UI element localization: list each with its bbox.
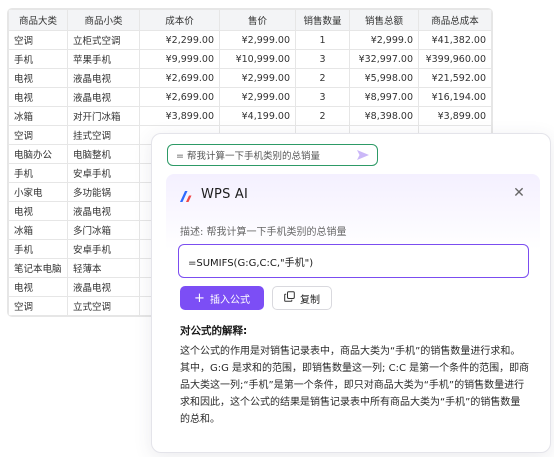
table-cell[interactable]: ¥8,997.00 bbox=[349, 87, 419, 107]
table-cell[interactable]: 轻薄本 bbox=[67, 258, 140, 278]
explanation-title: 对公式的解释: bbox=[180, 325, 248, 337]
table-cell[interactable]: ¥2,999.00 bbox=[219, 87, 296, 107]
table-cell[interactable]: 电视 bbox=[8, 201, 68, 221]
table-cell[interactable]: ¥8,398.00 bbox=[349, 106, 419, 126]
table-cell[interactable]: ¥5,998.00 bbox=[349, 68, 419, 88]
table-cell[interactable]: ¥3,899.00 bbox=[139, 106, 220, 126]
table-cell[interactable]: 空调 bbox=[8, 296, 68, 316]
table-cell[interactable]: 电脑办公 bbox=[8, 144, 68, 164]
table-cell[interactable]: 手机 bbox=[8, 239, 68, 259]
table-cell[interactable]: ¥9,999.00 bbox=[139, 49, 220, 69]
table-row: 冰箱 对开门冰箱 ¥3,899.00 ¥4,199.00 2 ¥8,398.00 ¥3,89… bbox=[8, 106, 492, 126]
table-cell[interactable]: 安卓手机 bbox=[67, 239, 140, 259]
insert-formula-label: 插入公式 bbox=[209, 294, 250, 306]
send-arrow-icon[interactable] bbox=[355, 148, 371, 162]
table-cell[interactable]: 液晶电视 bbox=[67, 201, 140, 221]
table-cell[interactable]: 3 bbox=[295, 49, 350, 69]
insert-formula-button[interactable]: + 插入公式 bbox=[180, 286, 264, 310]
table-cell[interactable]: ¥2,999.00 bbox=[219, 68, 296, 88]
table-cell[interactable]: 小家电 bbox=[8, 182, 68, 202]
table-cell[interactable]: 电视 bbox=[8, 87, 68, 107]
table-cell[interactable]: 电视 bbox=[8, 277, 68, 297]
wps-ai-logo-icon bbox=[178, 188, 194, 202]
table-cell[interactable]: 液晶电视 bbox=[67, 277, 140, 297]
copy-label: 复制 bbox=[300, 294, 320, 306]
table-cell[interactable]: 安卓手机 bbox=[67, 163, 140, 183]
plus-icon: + bbox=[194, 290, 205, 306]
table-cell[interactable]: ¥4,199.00 bbox=[219, 106, 296, 126]
table-cell[interactable]: ¥2,999.00 bbox=[219, 30, 296, 50]
table-row: 电视 液晶电视 ¥2,699.00 ¥2,999.00 3 ¥8,997.00 ¥16,19… bbox=[8, 87, 492, 107]
table-cell[interactable]: ¥2,699.00 bbox=[139, 87, 220, 107]
table-cell[interactable]: ¥10,999.00 bbox=[219, 49, 296, 69]
table-cell[interactable]: 挂式空调 bbox=[67, 125, 140, 145]
table-cell[interactable]: ¥41,382.00 bbox=[418, 30, 492, 50]
table-cell[interactable]: 空调 bbox=[8, 30, 68, 50]
column-header[interactable]: 商品小类 bbox=[67, 9, 140, 31]
wps-ai-panel: = 帮我计算一下手机类别的总销量 WPS AI ✕ 描述: 帮我计算一下手机类别… bbox=[151, 133, 551, 453]
table-cell[interactable]: 液晶电视 bbox=[67, 87, 140, 107]
assistant-title: WPS AI bbox=[201, 187, 249, 202]
table-cell[interactable]: ¥16,194.00 bbox=[418, 87, 492, 107]
table-header-row: 商品大类 商品小类 成本价 售价 销售数量 销售总额 商品总成本 bbox=[8, 9, 492, 31]
table-cell[interactable]: 立柜式空调 bbox=[67, 30, 140, 50]
assistant-card: WPS AI ✕ 描述: 帮我计算一下手机类别的总销量 =SUMIFS(G:G,… bbox=[166, 174, 540, 444]
table-row: 手机 苹果手机 ¥9,999.00 ¥10,999.00 3 ¥32,997.00 ¥399… bbox=[8, 49, 492, 69]
table-cell[interactable]: 1 bbox=[295, 30, 350, 50]
explanation-text: 这个公式的作用是对销售记录表中，商品大类为“手机”的销售数量进行求和。其中，G:… bbox=[180, 346, 530, 425]
table-cell[interactable]: 手机 bbox=[8, 163, 68, 183]
column-header[interactable]: 商品总成本 bbox=[418, 9, 492, 31]
column-header[interactable]: 销售总额 bbox=[349, 9, 419, 31]
table-cell[interactable]: ¥399,960.00 bbox=[418, 49, 492, 69]
column-header[interactable]: 销售数量 bbox=[295, 9, 350, 31]
table-cell[interactable]: 冰箱 bbox=[8, 220, 68, 240]
table-row: 电视 液晶电视 ¥2,699.00 ¥2,999.00 2 ¥5,998.00 ¥21,59… bbox=[8, 68, 492, 88]
table-cell[interactable]: 手机 bbox=[8, 49, 68, 69]
prompt-text: = 帮我计算一下手机类别的总销量 bbox=[176, 151, 320, 162]
close-icon[interactable]: ✕ bbox=[510, 184, 528, 202]
table-cell[interactable]: ¥21,592.00 bbox=[418, 68, 492, 88]
table-cell[interactable]: 2 bbox=[295, 68, 350, 88]
formula-text: =SUMIFS(G:G,C:C,"手机") bbox=[188, 257, 314, 269]
table-cell[interactable]: 对开门冰箱 bbox=[67, 106, 140, 126]
table-cell[interactable]: 多门冰箱 bbox=[67, 220, 140, 240]
table-cell[interactable]: ¥2,699.00 bbox=[139, 68, 220, 88]
table-cell[interactable]: ¥32,997.00 bbox=[349, 49, 419, 69]
column-header[interactable]: 商品大类 bbox=[8, 9, 68, 31]
table-cell[interactable]: 液晶电视 bbox=[67, 68, 140, 88]
table-cell[interactable]: 电脑整机 bbox=[67, 144, 140, 164]
table-cell[interactable]: ¥2,999.0 bbox=[349, 30, 419, 50]
table-cell[interactable]: 冰箱 bbox=[8, 106, 68, 126]
description-text: 描述: 帮我计算一下手机类别的总销量 bbox=[180, 227, 347, 238]
table-cell[interactable]: 多功能锅 bbox=[67, 182, 140, 202]
table-cell[interactable]: 立式空调 bbox=[67, 296, 140, 316]
column-header[interactable]: 成本价 bbox=[139, 9, 220, 31]
table-cell[interactable]: 2 bbox=[295, 106, 350, 126]
formula-field[interactable]: =SUMIFS(G:G,C:C,"手机") bbox=[178, 244, 529, 278]
table-cell[interactable]: ¥2,299.00 bbox=[139, 30, 220, 50]
table-cell[interactable]: 苹果手机 bbox=[67, 49, 140, 69]
table-cell[interactable]: 3 bbox=[295, 87, 350, 107]
prompt-input[interactable]: = 帮我计算一下手机类别的总销量 bbox=[167, 144, 378, 166]
copy-button[interactable]: 复制 bbox=[272, 286, 332, 310]
table-row: 空调 立柜式空调 ¥2,299.00 ¥2,999.00 1 ¥2,999.0 ¥41,38… bbox=[8, 30, 492, 50]
table-cell[interactable]: 笔记本电脑 bbox=[8, 258, 68, 278]
table-cell[interactable]: ¥3,899.00 bbox=[418, 106, 492, 126]
assistant-header: WPS AI bbox=[178, 187, 248, 202]
table-cell[interactable]: 电视 bbox=[8, 68, 68, 88]
table-cell[interactable]: 空调 bbox=[8, 125, 68, 145]
column-header[interactable]: 售价 bbox=[219, 9, 296, 31]
copy-icon bbox=[284, 291, 295, 305]
